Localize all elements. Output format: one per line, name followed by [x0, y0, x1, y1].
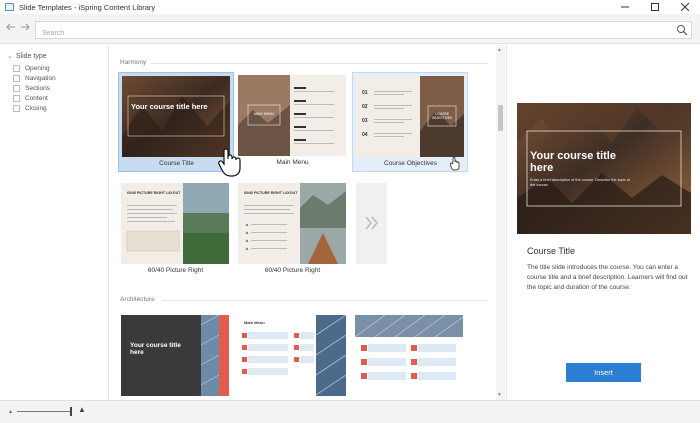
slide-type-filter-header[interactable]: ⌄ Slide type	[7, 52, 47, 61]
window-controls	[610, 0, 700, 14]
thumbnail: Your course title here	[122, 76, 230, 157]
pointer-cursor-icon	[450, 157, 460, 171]
thumbnail-title: COURSE OBJECTIVES	[431, 112, 453, 120]
thumbnail-image	[355, 315, 463, 380]
checkbox[interactable]	[13, 105, 20, 112]
search-icon[interactable]	[676, 24, 688, 36]
checkbox[interactable]	[13, 75, 20, 82]
double-chevron-right-icon	[365, 216, 379, 230]
preview-subheading: Enter a brief description of the course.…	[530, 178, 630, 187]
insert-button[interactable]: Insert	[566, 363, 641, 382]
app-icon	[5, 3, 14, 11]
arrow-left-icon	[6, 23, 15, 31]
thumbnail-title: 60/40 PICTURE RIGHT LAYOUT	[127, 191, 181, 195]
scroll-thumb[interactable]	[498, 105, 503, 131]
back-button[interactable]	[6, 22, 16, 34]
filter-navigation[interactable]: Navigation	[13, 75, 56, 82]
thumbnail: 60/40 PICTURE RIGHT LAYOUT	[121, 183, 229, 264]
toolbar	[0, 14, 700, 44]
filter-label: Navigation	[25, 75, 56, 82]
template-tile-picture-right-2[interactable]: 60/40 PICTURE RIGHT LAYOUT 60/40 Picture…	[235, 180, 351, 280]
filter-opening[interactable]: Opening	[13, 65, 50, 72]
preview-heading: Your course title here	[530, 150, 616, 174]
zoom-slider-thumb[interactable]	[70, 407, 72, 416]
preview-image: Your course title here Enter a brief des…	[517, 103, 691, 234]
close-icon	[681, 3, 689, 11]
tile-label: Course Title	[159, 160, 194, 167]
thumbnail-image	[244, 183, 346, 264]
forward-button[interactable]	[20, 22, 30, 34]
filter-content[interactable]: Content	[13, 95, 48, 102]
preview-description: The title slide introduces the course. Y…	[527, 264, 688, 291]
thumbnail	[355, 315, 463, 396]
maximize-button[interactable]	[640, 0, 670, 14]
search-box	[35, 21, 692, 42]
filter-sections[interactable]: Sections	[13, 85, 50, 92]
thumbnail-image	[126, 183, 229, 264]
checkbox[interactable]	[13, 65, 20, 72]
thumbnail: 01 02 03 04 COURSE OBJECTIVES	[356, 76, 464, 157]
zoom-in-icon[interactable]: ▲	[78, 405, 86, 414]
svg-text:04: 04	[362, 132, 368, 138]
thumbnail: MAIN MENU	[238, 75, 346, 156]
filter-label: Content	[25, 95, 48, 102]
thumbnail: Your course title here	[121, 315, 229, 396]
zoom-slider[interactable]	[17, 411, 72, 412]
thumbnail: Main Menu	[238, 315, 346, 396]
thumbnail-title: MAIN MENU	[253, 112, 275, 116]
minimize-icon	[621, 6, 629, 8]
filter-closing[interactable]: Closing	[13, 105, 47, 112]
template-tile-course-title[interactable]: Your course title here Course Title	[118, 72, 234, 172]
scroll-down-icon[interactable]: ▼	[497, 392, 502, 398]
filter-header-label: Slide type	[15, 52, 47, 60]
svg-text:03: 03	[362, 118, 368, 124]
preview-title: Course Title	[527, 246, 576, 256]
svg-text:02: 02	[362, 104, 368, 110]
maximize-icon	[651, 3, 659, 11]
filter-sidebar: ⌄ Slide type Opening Navigation Sections…	[0, 45, 109, 400]
minimize-button[interactable]	[610, 0, 640, 14]
thumbnail-image	[122, 76, 230, 157]
template-tile-picture-right-1[interactable]: 60/40 PICTURE RIGHT LAYOUT 60/40 Picture…	[118, 180, 234, 280]
thumbnail-title: Your course title here	[131, 102, 208, 111]
preview-panel: Your course title here Enter a brief des…	[506, 45, 700, 400]
zoom-out-icon[interactable]: ▴	[9, 408, 12, 415]
checkbox[interactable]	[13, 95, 20, 102]
filter-label: Opening	[25, 65, 50, 72]
thumbnail-title: Main Menu	[244, 320, 265, 325]
window-title: Slide Templates - iSpring Content Librar…	[19, 2, 156, 12]
thumbnail: 60/40 PICTURE RIGHT LAYOUT	[238, 183, 346, 264]
template-tile-arch-main-menu[interactable]: Main Menu	[235, 312, 351, 400]
gallery-scrollbar[interactable]: ▲ ▼	[496, 45, 505, 400]
filter-label: Closing	[25, 105, 47, 112]
section-title-harmony: Harmony	[120, 59, 147, 66]
section-divider	[150, 63, 488, 64]
tile-label: Main Menu	[276, 159, 309, 166]
template-tile-arch-objectives[interactable]	[352, 312, 468, 400]
checkbox[interactable]	[13, 85, 20, 92]
svg-text:01: 01	[362, 90, 368, 96]
thumbnail-title: Your course title here	[130, 342, 181, 356]
section-divider	[162, 300, 488, 301]
arrow-right-icon	[21, 23, 30, 31]
status-bar: ▴ ▲	[0, 400, 700, 423]
scroll-up-icon[interactable]: ▲	[497, 47, 502, 53]
tile-label: 60/40 Picture Right	[264, 267, 321, 274]
filter-label: Sections	[25, 85, 50, 92]
template-tile-arch-title[interactable]: Your course title here	[118, 312, 234, 400]
close-button[interactable]	[670, 0, 700, 14]
thumbnail-image	[242, 315, 346, 396]
search-input[interactable]	[36, 25, 656, 42]
tile-label: 60/40 Picture Right	[147, 267, 204, 274]
show-more-button[interactable]	[356, 183, 387, 264]
template-tile-main-menu[interactable]: MAIN MENU Main Menu	[235, 72, 351, 172]
thumbnail-title: 60/40 PICTURE RIGHT LAYOUT	[244, 191, 298, 195]
section-title-architecture: Architecture	[120, 296, 155, 303]
template-gallery: Harmony Your course title here Course Ti…	[110, 45, 496, 400]
chevron-down-icon: ⌄	[7, 53, 13, 60]
title-bar: Slide Templates - iSpring Content Librar…	[0, 0, 700, 14]
